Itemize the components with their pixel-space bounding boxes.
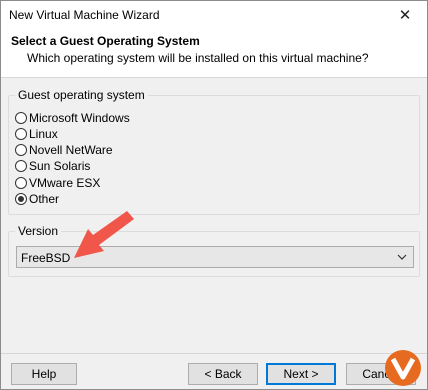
window-title: New Virtual Machine Wizard bbox=[9, 8, 160, 22]
version-select-value: FreeBSD bbox=[21, 251, 71, 265]
radio-microsoft-windows[interactable]: Microsoft Windows bbox=[15, 111, 130, 125]
radio-label: Other bbox=[29, 192, 60, 206]
help-button[interactable]: Help bbox=[11, 363, 77, 385]
radio-sun-solaris[interactable]: Sun Solaris bbox=[15, 159, 90, 173]
radio-button-selected-icon bbox=[15, 193, 27, 205]
radio-label: Novell NetWare bbox=[29, 143, 113, 157]
version-group-label: Version bbox=[15, 224, 62, 238]
wizard-header: Select a Guest Operating System Which op… bbox=[1, 29, 427, 78]
radio-button-icon bbox=[15, 112, 27, 124]
radio-novell-netware[interactable]: Novell NetWare bbox=[15, 143, 113, 157]
radio-button-icon bbox=[15, 128, 27, 140]
radio-label: Sun Solaris bbox=[29, 159, 91, 173]
chevron-down-icon bbox=[397, 251, 407, 266]
radio-button-icon bbox=[15, 144, 27, 156]
page-subtitle: Which operating system will be installed… bbox=[27, 51, 369, 65]
footer-divider bbox=[1, 353, 427, 354]
radio-button-icon bbox=[15, 177, 27, 189]
wizard-window: New Virtual Machine Wizard ✕ Select a Gu… bbox=[0, 0, 428, 390]
radio-button-icon bbox=[15, 160, 27, 172]
radio-label: Linux bbox=[29, 127, 58, 141]
page-title: Select a Guest Operating System bbox=[11, 34, 200, 48]
close-icon: ✕ bbox=[398, 7, 412, 24]
radio-label: VMware ESX bbox=[29, 176, 101, 190]
radio-linux[interactable]: Linux bbox=[15, 127, 58, 141]
radio-other[interactable]: Other bbox=[15, 192, 59, 206]
watermark-logo-icon bbox=[385, 350, 421, 386]
radio-label: Microsoft Windows bbox=[29, 111, 130, 125]
close-button[interactable]: ✕ bbox=[383, 1, 427, 29]
radio-vmware-esx[interactable]: VMware ESX bbox=[15, 176, 100, 190]
version-select[interactable]: FreeBSD bbox=[16, 246, 414, 268]
title-bar: New Virtual Machine Wizard ✕ bbox=[1, 1, 427, 29]
back-button[interactable]: < Back bbox=[188, 363, 258, 385]
next-button[interactable]: Next > bbox=[266, 363, 336, 385]
guest-os-group-label: Guest operating system bbox=[15, 88, 148, 102]
